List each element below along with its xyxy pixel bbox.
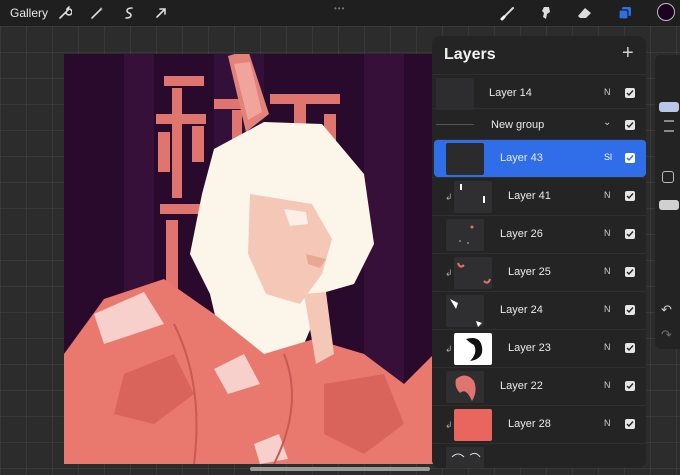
layer-row[interactable]: Layer 24 N — [432, 291, 646, 329]
layer-name: Layer 41 — [508, 190, 551, 202]
artwork-canvas[interactable] — [64, 54, 434, 464]
undo-icon[interactable]: ↶ — [661, 302, 672, 318]
layer-row[interactable]: ↲ Layer 25 N — [432, 253, 646, 291]
group-row[interactable]: New group ⌄ — [432, 108, 646, 140]
clipping-mask-icon: ↲ — [445, 268, 453, 278]
layer-thumbnail — [446, 447, 484, 468]
layer-thumbnail — [446, 371, 484, 403]
blend-mode[interactable]: N — [604, 418, 611, 428]
opacity-slider[interactable] — [659, 200, 679, 210]
layer-thumbnail — [446, 219, 484, 251]
layer-thumbnail — [454, 181, 492, 213]
layer-name: Layer 28 — [508, 418, 551, 430]
artwork-illustration — [64, 54, 434, 464]
visibility-checkbox[interactable] — [625, 153, 635, 163]
layer-row-selected[interactable]: Layer 43 Sl — [434, 139, 646, 177]
layer-name: Layer 23 — [508, 342, 551, 354]
blend-mode[interactable]: N — [604, 342, 611, 352]
blend-mode[interactable]: N — [604, 380, 611, 390]
gallery-button[interactable]: Gallery — [10, 6, 48, 20]
layers-panel: Layers + Layer 14 N New group ⌄ Layer 43… — [432, 36, 646, 468]
layer-thumbnail — [454, 333, 492, 365]
chevron-down-icon[interactable]: ⌄ — [603, 117, 611, 128]
visibility-checkbox[interactable] — [625, 120, 635, 130]
top-toolbar: Gallery ••• — [0, 0, 680, 26]
layer-thumbnail — [446, 143, 484, 175]
visibility-checkbox[interactable] — [625, 229, 635, 239]
layer-name: Layer 14 — [489, 87, 532, 99]
blend-mode[interactable]: N — [604, 304, 611, 314]
visibility-checkbox[interactable] — [625, 343, 635, 353]
slider-tick — [664, 120, 674, 122]
slider-tick — [664, 130, 674, 132]
blend-mode[interactable]: N — [604, 228, 611, 238]
layer-thumbnail — [454, 257, 492, 289]
clipping-mask-icon: ↲ — [445, 192, 453, 202]
layer-row[interactable]: Layer 14 N — [432, 74, 646, 112]
layer-row[interactable]: ↲ Layer 23 N — [432, 329, 646, 367]
layer-row-partial[interactable] — [432, 443, 646, 468]
blend-mode[interactable]: N — [604, 190, 611, 200]
modify-square-button[interactable] — [662, 171, 674, 183]
layer-thumbnail — [446, 295, 484, 327]
smudge-icon[interactable] — [537, 4, 555, 22]
wrench-icon[interactable] — [56, 4, 74, 22]
blend-mode[interactable]: N — [604, 266, 611, 276]
layer-row[interactable]: Layer 22 N — [432, 367, 646, 405]
toolbar-grabber[interactable]: ••• — [334, 4, 345, 13]
blend-mode[interactable]: Sl — [604, 152, 612, 162]
group-name: New group — [491, 119, 545, 131]
layer-name: Layer 25 — [508, 266, 551, 278]
layer-name: Layer 26 — [500, 228, 543, 240]
layer-row[interactable]: ↲ Layer 28 N — [432, 405, 646, 443]
group-line — [436, 124, 474, 125]
layer-thumbnail — [436, 78, 474, 110]
magic-wand-icon[interactable] — [88, 4, 106, 22]
visibility-checkbox[interactable] — [625, 381, 635, 391]
layer-name: Layer 22 — [500, 380, 543, 392]
layer-name: Layer 24 — [500, 304, 543, 316]
redo-icon[interactable]: ↷ — [661, 327, 672, 343]
layer-name: Layer 43 — [500, 152, 543, 164]
clipping-mask-icon: ↲ — [445, 420, 453, 430]
brush-size-slider[interactable] — [659, 102, 679, 112]
blend-mode[interactable]: N — [604, 87, 611, 97]
transform-arrow-icon[interactable] — [152, 4, 170, 22]
eraser-icon[interactable] — [576, 4, 594, 22]
visibility-checkbox[interactable] — [625, 88, 635, 98]
layer-thumbnail — [454, 409, 492, 441]
layer-row[interactable]: ↲ Layer 41 N — [432, 177, 646, 215]
layer-row[interactable]: Layer 26 N — [432, 215, 646, 253]
add-layer-button[interactable]: + — [622, 42, 634, 65]
layers-icon[interactable] — [616, 4, 634, 22]
color-swatch[interactable] — [657, 3, 675, 21]
clipping-mask-icon: ↲ — [445, 344, 453, 354]
selection-icon[interactable] — [120, 4, 138, 22]
visibility-checkbox[interactable] — [625, 305, 635, 315]
home-indicator — [250, 467, 430, 471]
visibility-checkbox[interactable] — [625, 191, 635, 201]
brush-icon[interactable] — [499, 4, 517, 22]
layers-title: Layers — [444, 46, 496, 63]
visibility-checkbox[interactable] — [625, 267, 635, 277]
visibility-checkbox[interactable] — [625, 419, 635, 429]
